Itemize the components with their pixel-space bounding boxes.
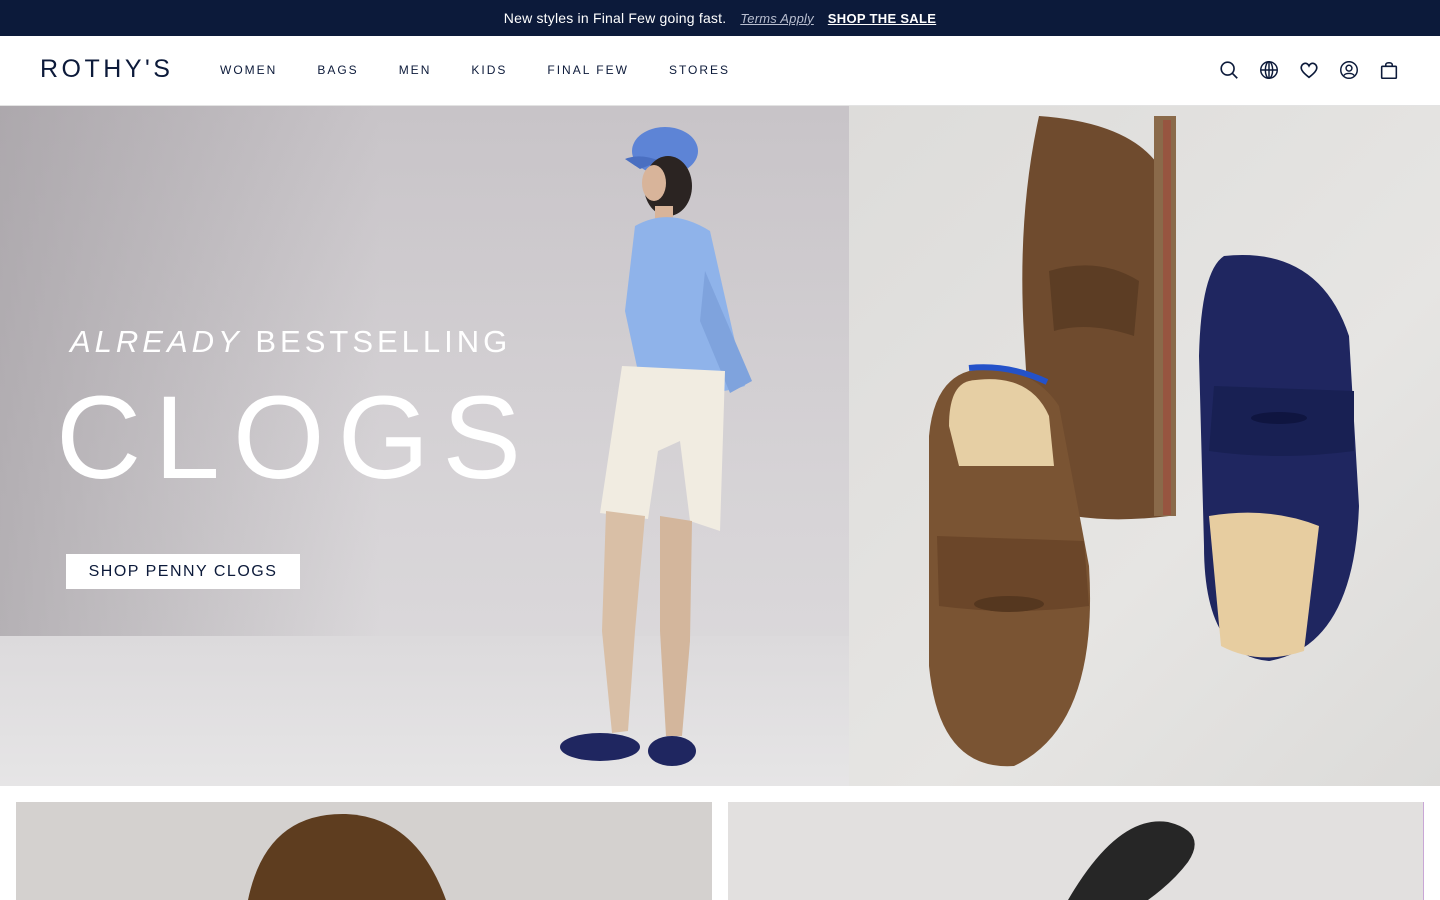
- hero-product-image: [849, 106, 1440, 786]
- product-tile-brown-clog[interactable]: [16, 802, 712, 900]
- bag-icon[interactable]: [1378, 58, 1400, 82]
- nav-item-men[interactable]: MEN: [399, 63, 432, 77]
- main-nav: WOMEN BAGS MEN KIDS FINAL FEW STORES: [220, 63, 730, 77]
- nav-item-kids[interactable]: KIDS: [471, 63, 507, 77]
- shop-penny-clogs-button[interactable]: SHOP PENNY CLOGS: [66, 554, 300, 589]
- nav-item-stores[interactable]: STORES: [669, 63, 730, 77]
- model-figure: [560, 127, 752, 766]
- hero-headline: CLOGS: [56, 372, 535, 504]
- brand-logo[interactable]: ROTHY'S: [40, 55, 173, 84]
- announcement-message: New styles in Final Few going fast.: [503, 10, 727, 26]
- site-header: ROTHY'S WOMEN BAGS MEN KIDS FINAL FEW ST…: [0, 36, 1440, 106]
- shop-the-sale-link[interactable]: SHOP THE SALE: [828, 11, 936, 26]
- hero-eyebrow-italic: ALREADY: [70, 324, 243, 359]
- nav-item-women[interactable]: WOMEN: [220, 63, 277, 77]
- product-tile-black-clog[interactable]: [728, 802, 1424, 900]
- clogs-product-shot: [929, 116, 1359, 767]
- nav-item-bags[interactable]: BAGS: [317, 63, 358, 77]
- hero-eyebrow-rest: BESTSELLING: [255, 324, 512, 359]
- hero-banner: ALREADY BESTSELLING CLOGS SHOP PENNY CLO…: [0, 106, 1440, 786]
- heart-icon[interactable]: [1298, 58, 1320, 82]
- hero-eyebrow: ALREADY BESTSELLING: [70, 324, 511, 360]
- search-icon[interactable]: [1218, 58, 1240, 82]
- nav-item-final-few[interactable]: FINAL FEW: [547, 63, 629, 77]
- globe-icon[interactable]: [1258, 58, 1280, 82]
- announcement-bar: New styles in Final Few going fast. Term…: [0, 0, 1440, 36]
- brown-clog-image: [248, 813, 446, 900]
- terms-apply-link[interactable]: Terms Apply: [740, 11, 813, 26]
- black-clog-image: [1068, 821, 1195, 900]
- account-icon[interactable]: [1338, 58, 1360, 82]
- header-icons: [1218, 58, 1400, 82]
